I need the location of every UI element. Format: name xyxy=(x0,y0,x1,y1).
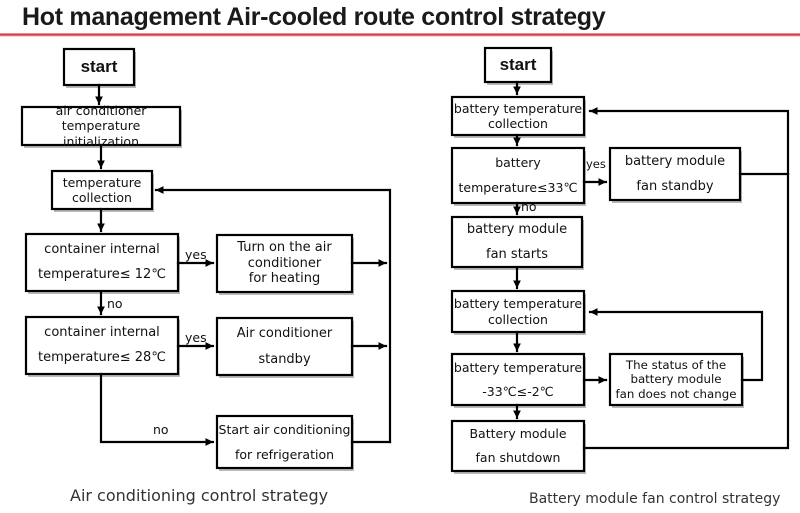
edge-label-right-no-1: no xyxy=(521,199,537,214)
node-left-start-refrigeration[interactable]: Start air conditioning for refrigeration xyxy=(217,416,352,468)
node-left-init[interactable]: air conditioner temperature initializati… xyxy=(22,103,180,149)
node-left-decision-12c[interactable]: container internal temperature≤ 12℃ xyxy=(26,234,178,291)
node-right-fan-standby[interactable]: battery module fan standby xyxy=(610,148,740,200)
node-right-battery-collection-1[interactable]: battery temperature collection xyxy=(452,97,584,135)
node-left-start[interactable]: start xyxy=(64,49,134,85)
edge-label-left-no-2: no xyxy=(153,422,169,437)
node-right-fan-no-change[interactable]: The status of the battery module fan doe… xyxy=(610,354,742,405)
node-right-fan-starts[interactable]: battery module fan starts xyxy=(452,217,582,267)
caption-left-chart: Air conditioning control strategy xyxy=(70,486,329,505)
node-left-decision-28c[interactable]: container internal temperature≤ 28℃ xyxy=(26,317,178,374)
node-right-decision-33c[interactable]: battery temperature≤33℃ xyxy=(452,148,584,203)
edge-label-left-yes-2: yes xyxy=(185,330,207,345)
node-left-turn-on-heating[interactable]: Turn on the air conditioner for heating xyxy=(217,235,352,292)
caption-right-chart: Battery module fan control strategy xyxy=(529,491,781,507)
node-right-battery-collection-2[interactable]: battery temperature collection xyxy=(452,291,584,332)
node-right-fan-shutdown[interactable]: Battery module fan shutdown xyxy=(452,421,584,471)
edge-label-left-no-1: no xyxy=(107,296,123,311)
node-right-decision-neg[interactable]: battery temperature -33℃≤-2℃ xyxy=(452,354,584,405)
node-right-start[interactable]: start xyxy=(485,48,551,82)
node-left-temperature-collection[interactable]: temperature collection xyxy=(52,171,152,209)
node-left-ac-standby[interactable]: Air conditioner standby xyxy=(217,318,352,375)
edge-label-left-yes-1: yes xyxy=(185,247,207,262)
edge-label-right-yes-1: yes xyxy=(586,157,606,171)
diagram-canvas: Hot management Air-cooled route control … xyxy=(0,0,800,513)
